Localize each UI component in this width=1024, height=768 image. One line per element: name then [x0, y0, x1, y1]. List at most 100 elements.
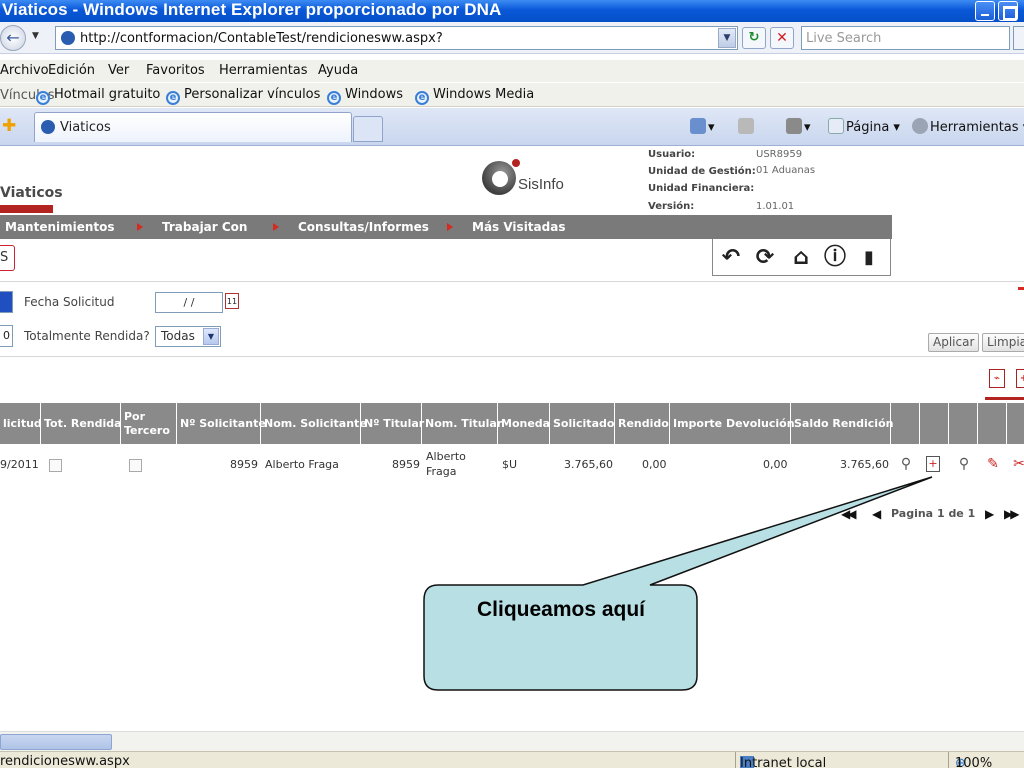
col-n-titular[interactable]: Nº Titular [361, 403, 424, 444]
nav-arrow-icon [137, 223, 143, 231]
calendar-icon[interactable]: 11 [225, 293, 239, 309]
menu-edicion[interactable]: Edición [48, 63, 95, 78]
col-saldo-rendicion[interactable]: Saldo Rendición [791, 403, 893, 444]
exit-door-icon[interactable]: ▮ [857, 246, 881, 270]
menu-herramientas[interactable]: Herramientas [219, 63, 308, 78]
links-bar: Vínculos e Hotmail gratuito e Personalizar… [0, 83, 1024, 107]
horizontal-scrollbar[interactable] [0, 731, 1024, 751]
col-fecha[interactable]: licitud [0, 403, 42, 444]
address-bar[interactable]: http://contformacion/ContableTest/rendic… [55, 26, 738, 50]
nav-mantenimientos[interactable]: Mantenimientos [5, 220, 115, 234]
nav-consultas-informes[interactable]: Consultas/Informes [298, 220, 429, 234]
page-content: Viaticos SisInfo Usuario: USR8959 Unidad… [0, 147, 1024, 731]
menu-bar: Archivo Edición Ver Favoritos Herramient… [0, 60, 1024, 82]
back-button[interactable]: ← [0, 25, 26, 51]
feeds-button[interactable] [738, 118, 756, 135]
totalmente-rendida-select[interactable]: Todas ▼ [155, 326, 221, 347]
link-windows[interactable]: e Windows [327, 87, 403, 105]
logo-mark-icon [482, 161, 516, 195]
delete-icon[interactable]: ✂ [1010, 455, 1024, 473]
page-icon [828, 118, 844, 134]
search-placeholder: Live Search [806, 31, 882, 46]
last-page-icon[interactable]: ▶▶ [1004, 507, 1020, 521]
link-windows-media[interactable]: e Windows Media [415, 87, 534, 105]
ie-icon: e [327, 91, 341, 105]
cell-rendido: 0,00 [642, 458, 667, 471]
link-hotmail[interactable]: e Hotmail gratuito [36, 87, 160, 105]
edit-pencil-icon[interactable]: ✎ [984, 455, 1002, 473]
search-button[interactable] [1013, 26, 1024, 50]
page-icon [41, 120, 55, 134]
print-button[interactable]: ▾ [786, 118, 811, 135]
nav-arrow-icon [447, 223, 453, 231]
info-icon[interactable]: ⓘ [823, 246, 847, 270]
add-document-icon[interactable]: + [926, 456, 940, 472]
address-url[interactable]: http://contformacion/ContableTest/rendic… [80, 31, 443, 46]
address-toolbar: ← ▼ http://contformacion/ContableTest/re… [0, 22, 1024, 54]
status-bar: rendicionesww.aspx Intranet local ⊕ 100% [0, 751, 1024, 768]
filter-edge-field[interactable] [0, 291, 13, 313]
pdf-export-icon[interactable]: ⌁ [989, 369, 1005, 388]
clear-button[interactable]: Limpiar [982, 333, 1024, 352]
tab-viaticos[interactable]: Viaticos [34, 112, 352, 142]
refresh-icon[interactable]: ⟳ [753, 246, 777, 270]
menu-favoritos[interactable]: Favoritos [146, 63, 205, 78]
page-icon [61, 31, 75, 45]
maximize-button[interactable] [998, 1, 1018, 21]
favorites-star-icon[interactable]: ✚ [2, 116, 16, 136]
menu-ayuda[interactable]: Ayuda [318, 63, 358, 78]
tools-menu[interactable]: Herramientas ▾ [912, 118, 1024, 135]
cell-importe-devolucion: 0,00 [763, 458, 788, 471]
page-menu[interactable]: Página ▾ [828, 118, 900, 135]
rendida-edge-field[interactable]: 0 [0, 325, 13, 347]
menu-archivo[interactable]: Archivo [0, 63, 49, 78]
col-solicitado[interactable]: Solicitado [550, 403, 615, 444]
apply-button[interactable]: Aplicar [928, 333, 980, 352]
cell-fecha: 9/2011 [0, 458, 39, 471]
menu-ver[interactable]: Ver [108, 63, 129, 78]
nav-mas-visitadas[interactable]: Más Visitadas [472, 220, 565, 234]
col-nom-titular[interactable]: Nom. Titular [422, 403, 502, 444]
logo-text: SisInfo [518, 176, 564, 193]
history-dropdown-icon[interactable]: ▼ [32, 31, 39, 41]
link-personalizar[interactable]: e Personalizar vínculos [166, 87, 320, 105]
first-page-icon[interactable]: ◀◀ [841, 507, 857, 521]
minimize-button[interactable] [975, 1, 995, 21]
cell-nom-solicitante: Alberto Fraga [265, 458, 339, 471]
stop-button[interactable]: ✕ [770, 27, 794, 49]
export-icon[interactable]: + [1016, 369, 1024, 388]
chevron-down-icon[interactable]: ▼ [203, 328, 219, 345]
prev-page-icon[interactable]: ◀ [872, 507, 881, 521]
home-button[interactable]: ▾ [690, 118, 715, 135]
cell-saldo-rendicion: 3.765,60 [840, 458, 889, 471]
magnifier-icon[interactable]: ⚲ [897, 455, 915, 473]
new-tab-button[interactable] [353, 116, 383, 142]
col-tot-rendida[interactable]: Tot. Rendida [41, 403, 122, 444]
col-importe-devolucion[interactable]: Importe Devolución [670, 403, 795, 444]
col-n-solicitante[interactable]: Nº Solicitante [177, 403, 266, 444]
info-label-unidad-gestion: Unidad de Gestión: [648, 166, 756, 177]
por-tercero-checkbox[interactable] [129, 459, 142, 472]
fecha-solicitud-label: Fecha Solicitud [24, 295, 115, 309]
col-nom-solicitante[interactable]: Nom. Solicitante [261, 403, 367, 444]
col-rendido[interactable]: Rendido [615, 403, 670, 444]
side-tab-button[interactable]: S [0, 245, 15, 271]
col-por-tercero[interactable]: Por Tercero [121, 403, 177, 444]
col-moneda[interactable]: Moneda [498, 403, 550, 444]
address-dropdown-icon[interactable]: ▼ [718, 28, 736, 48]
undo-icon[interactable]: ↶ [719, 246, 743, 270]
scrollbar-thumb[interactable] [0, 734, 112, 750]
title-underline [0, 205, 53, 213]
home-icon[interactable]: ⌂ [789, 246, 813, 270]
fecha-solicitud-input[interactable]: / / [155, 292, 223, 313]
tot-rendida-checkbox[interactable] [49, 459, 62, 472]
refresh-button[interactable]: ↻ [742, 27, 766, 49]
info-label-unidad-financiera: Unidad Financiera: [648, 183, 755, 194]
search-input[interactable]: Live Search [801, 26, 1010, 50]
next-page-icon[interactable]: ▶ [985, 507, 994, 521]
status-url: rendicionesww.aspx [0, 754, 130, 768]
nav-trabajar-con[interactable]: Trabajar Con [162, 220, 247, 234]
window-title: Viaticos - Windows Internet Explorer pro… [2, 0, 502, 19]
ie-icon: e [166, 91, 180, 105]
magnifier-icon[interactable]: ⚲ [955, 455, 973, 473]
